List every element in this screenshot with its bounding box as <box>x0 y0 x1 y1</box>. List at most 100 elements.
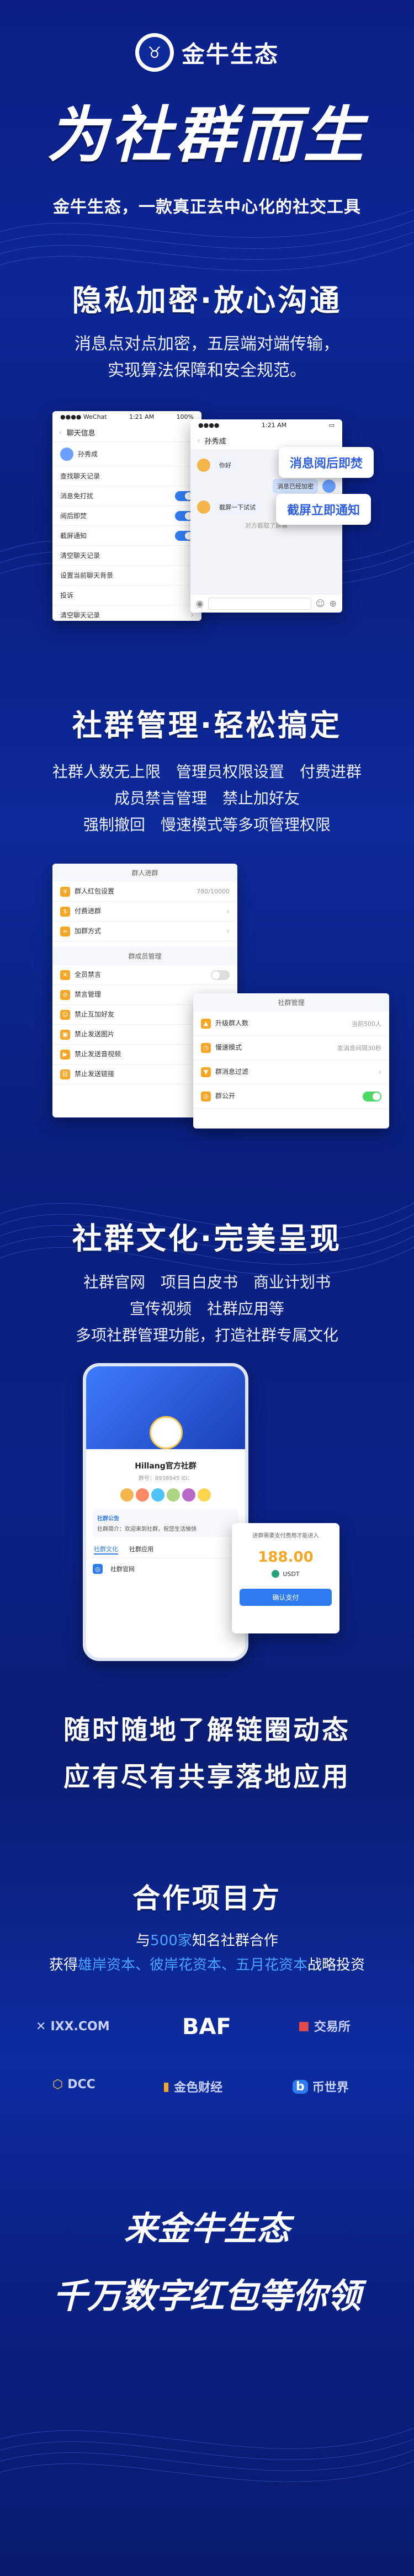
status-bar: ●●●● 1:21 AM ▭ <box>190 419 342 432</box>
plus-icon[interactable]: ⊕ <box>330 598 337 609</box>
section-privacy-title: 隐私加密·放心沟通 <box>72 283 342 318</box>
message-input[interactable] <box>208 597 311 610</box>
settings-row[interactable]: ▲ 升级群人数 当前500人 <box>193 1012 389 1036</box>
contact-name: 孙秀成 <box>78 450 98 458</box>
row-label: 群公开 <box>215 1092 236 1100</box>
upgrade-icon: ▲ <box>201 1018 211 1029</box>
settings-row[interactable]: 清空聊天记录› <box>52 605 201 621</box>
screenshot-notify-callout: 截屏立即通知 <box>276 494 371 525</box>
row-label: 禁止发送链接 <box>75 1070 115 1078</box>
description-line: 社群人数无上限 管理员权限设置 付费进群 <box>52 763 362 781</box>
row-label: 消息免打扰 <box>60 492 94 500</box>
settings-row[interactable]: ◷ 慢速模式 发消息间隔30秒 <box>193 1036 389 1060</box>
partners-line-2: 获得雄岸资本、彼岸花资本、五月花资本战略投资 <box>0 1953 414 1977</box>
row-label: 全员禁言 <box>75 971 102 979</box>
section-management-title: 社群管理·轻松搞定 <box>72 708 342 743</box>
row-label: 清空聊天记录 <box>60 611 100 619</box>
coin-name: USDT <box>283 1570 300 1578</box>
row-label: 禁言管理 <box>75 991 102 999</box>
clock-icon: ◷ <box>201 1042 211 1053</box>
partner-name: IXX.COM <box>50 2020 110 2034</box>
settings-row[interactable]: 设置当前聊天背景› <box>52 566 201 586</box>
hero-title: 为社群而生 <box>47 99 367 171</box>
partner-logo-bishijie: b 币世界 <box>293 2078 349 2095</box>
row-label: 加群方式 <box>75 927 102 935</box>
website-link[interactable]: ◎ 社群官网 <box>93 1564 238 1574</box>
settings-row[interactable]: 查找聊天记录› <box>52 466 201 486</box>
partner-logo-baf: BAF <box>182 2014 231 2040</box>
announcement-box: 社群公告 社群简介：欢迎来到社群，祝您生活愉快 <box>93 1509 238 1537</box>
group-id: 群号：8938945 ID： <box>138 1476 193 1482</box>
partner-name: 金色财经 <box>174 2081 223 2095</box>
filter-icon: ▼ <box>201 1067 211 1077</box>
status-time: 1:21 AM <box>261 422 287 429</box>
partners-line-1: 与500家知名社群合作 <box>0 1929 414 1953</box>
back-icon[interactable]: ‹ <box>197 437 200 445</box>
row-value: 780/10000 <box>197 888 230 895</box>
brand-header: ♉ 金牛生态 <box>0 33 414 72</box>
partner-name: 币世界 <box>312 2081 349 2095</box>
mute-all-toggle[interactable] <box>211 970 230 980</box>
text-highlight: 雄岸资本、彼岸花资本、五月花资本 <box>77 1957 307 1973</box>
chevron-right-icon: › <box>378 1067 381 1077</box>
phone-group-profile: Hillang官方社群 群号：8938945 ID： 社群公告 社群简介：欢迎来… <box>83 1363 248 1661</box>
pay-amount: 188.00 <box>258 1549 314 1566</box>
status-bar: ●●●● WeChat 1:21 AM 100% <box>52 411 201 423</box>
settings-row[interactable]: 阅后即焚 <box>52 506 201 526</box>
section-management-description: 社群人数无上限 管理员权限设置 付费进群 成员禁言管理 禁止加好友 强制撤回 慢… <box>0 759 414 838</box>
settings-row[interactable]: 截屏通知 <box>52 526 201 546</box>
settings-row[interactable]: 投诉› <box>52 586 201 605</box>
image-icon: ▣ <box>60 1029 70 1040</box>
confirm-pay-button[interactable]: 确认支付 <box>240 1589 332 1606</box>
settings-row[interactable]: ◎ 群公开 <box>193 1084 389 1109</box>
settings-row[interactable]: $ 付费进群 › <box>52 902 237 922</box>
contact-row[interactable]: 孙秀成 › <box>52 442 201 466</box>
message-bubble[interactable]: 消息已经加密 <box>273 479 318 493</box>
avatar <box>120 1488 134 1502</box>
settings-row[interactable]: 清空聊天记录› <box>52 546 201 566</box>
partners-description: 与500家知名社群合作 获得雄岸资本、彼岸花资本、五月花资本战略投资 <box>0 1929 414 1977</box>
section-privacy-description: 消息点对点加密，五层端对端传输， 实现算法保障和安全规范。 <box>0 331 414 384</box>
row-label: 清空聊天记录 <box>60 552 100 560</box>
avatar <box>198 1488 211 1502</box>
message-composer: ◉ ☺ ⊕ <box>190 594 342 613</box>
section-culture-description: 社群官网 项目白皮书 商业计划书 宣传视频 社群应用等 多项社群管理功能，打造社… <box>0 1269 414 1349</box>
b-icon: b <box>293 2079 308 2094</box>
public-group-toggle[interactable] <box>363 1091 381 1101</box>
profile-banner <box>86 1366 245 1449</box>
emoji-icon[interactable]: ☺ <box>316 598 325 609</box>
settings-row[interactable]: ∞ 加群方式 › <box>52 922 237 941</box>
settings-row[interactable]: ✕ 全员禁言 <box>52 965 237 985</box>
partner-logo-jinse: ▮ 金色财经 <box>163 2078 222 2095</box>
message-bubble[interactable]: 截屏一下试试 <box>215 500 260 514</box>
tab-culture[interactable]: 社群文化 <box>94 1545 118 1555</box>
text-suffix: 知名社群合作 <box>192 1933 278 1949</box>
settings-row[interactable]: ¥ 群人红包设置 780/10000 <box>52 882 237 902</box>
bull-icon: ♉ <box>139 37 170 68</box>
avatar <box>60 447 73 461</box>
avatar <box>182 1488 195 1502</box>
hex-icon: ⬡ <box>52 2078 63 2091</box>
announcement-text: 社群简介：欢迎来到社群，祝您生活愉快 <box>97 1526 197 1532</box>
description-line: 强制撤回 慢速模式等多项管理权限 <box>83 816 331 834</box>
back-icon[interactable]: ‹ <box>59 428 62 437</box>
settings-row[interactable]: ▼ 群消息过滤 › <box>193 1060 389 1084</box>
voice-icon[interactable]: ◉ <box>196 598 204 609</box>
avatar <box>197 501 210 514</box>
brand-name: 金牛生态 <box>181 41 279 67</box>
section-header: 社群管理 <box>193 993 389 1012</box>
link-icon: ⛓ <box>60 1069 70 1079</box>
message-bubble[interactable]: 你好 <box>215 458 236 472</box>
row-label: 截屏通知 <box>60 532 87 540</box>
tab-apps[interactable]: 社群应用 <box>129 1545 153 1555</box>
description-line: 宣传视频 社群应用等 <box>129 1300 284 1318</box>
feature-line-1: 随时随地了解链圈动态 <box>63 1715 351 1745</box>
avatar <box>167 1488 180 1502</box>
description-line: 消息点对点加密，五层端对端传输， <box>75 334 339 354</box>
row-label: 慢速模式 <box>215 1044 242 1052</box>
row-value: 当前500人 <box>352 1020 381 1028</box>
text-prefix: 获得 <box>49 1957 78 1973</box>
row-label: 禁止互加好友 <box>75 1010 115 1019</box>
settings-row[interactable]: 消息免打扰 <box>52 486 201 506</box>
redpacket-icon: ¥ <box>60 886 70 897</box>
